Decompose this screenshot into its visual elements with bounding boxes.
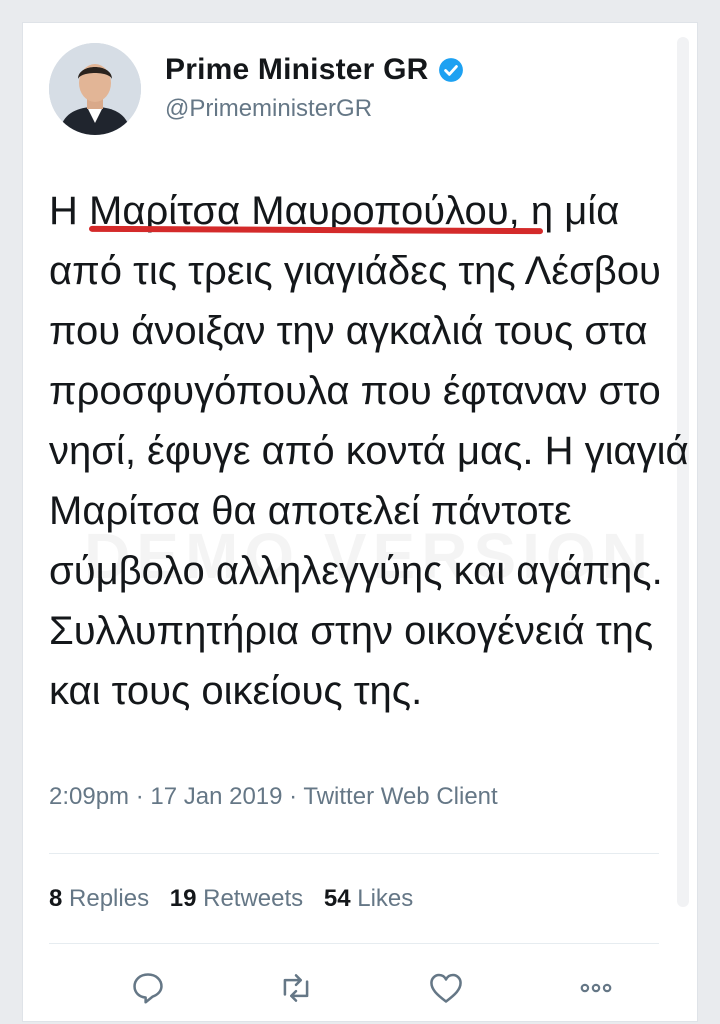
more-icon <box>580 983 612 993</box>
author-name-row: Prime Minister GR <box>165 53 464 87</box>
avatar-image <box>49 43 141 135</box>
tweet-stats: 8 Replies 19 Retweets 54 Likes <box>49 885 427 913</box>
like-button[interactable] <box>421 963 471 1013</box>
likes-count: 54 <box>323 885 351 912</box>
divider <box>49 853 659 854</box>
tweet-card: Prime Minister GR @PrimeministerGR Η Μαρ… <box>22 22 698 1022</box>
likes-label: Likes <box>357 885 414 912</box>
avatar[interactable] <box>49 43 141 135</box>
tweet-text: Η Μαρίτσα Μαυροπούλου, η μία από τις τρε… <box>49 189 689 713</box>
user-handle[interactable]: @PrimeministerGR <box>165 95 372 123</box>
heart-icon <box>430 973 462 1003</box>
replies-stat[interactable]: 8 Replies <box>49 885 149 912</box>
replies-label: Replies <box>69 885 150 912</box>
retweet-button[interactable] <box>271 963 321 1013</box>
verified-badge-icon <box>439 58 464 82</box>
likes-stat[interactable]: 54 Likes <box>324 885 413 912</box>
display-name[interactable]: Prime Minister GR <box>165 53 428 87</box>
divider <box>49 943 659 944</box>
replies-count: 8 <box>49 885 63 912</box>
retweets-label: Retweets <box>203 885 304 912</box>
retweets-count: 19 <box>169 885 197 912</box>
retweets-stat[interactable]: 19 Retweets <box>170 885 303 912</box>
tweet-timestamp[interactable]: 2:09pm · 17 Jan 2019 · Twitter Web Clien… <box>49 783 498 811</box>
reply-button[interactable] <box>123 963 173 1013</box>
tweet-actions <box>49 963 659 1013</box>
reply-icon <box>133 973 163 1004</box>
retweet-icon <box>283 974 309 1002</box>
more-button[interactable] <box>571 963 621 1013</box>
